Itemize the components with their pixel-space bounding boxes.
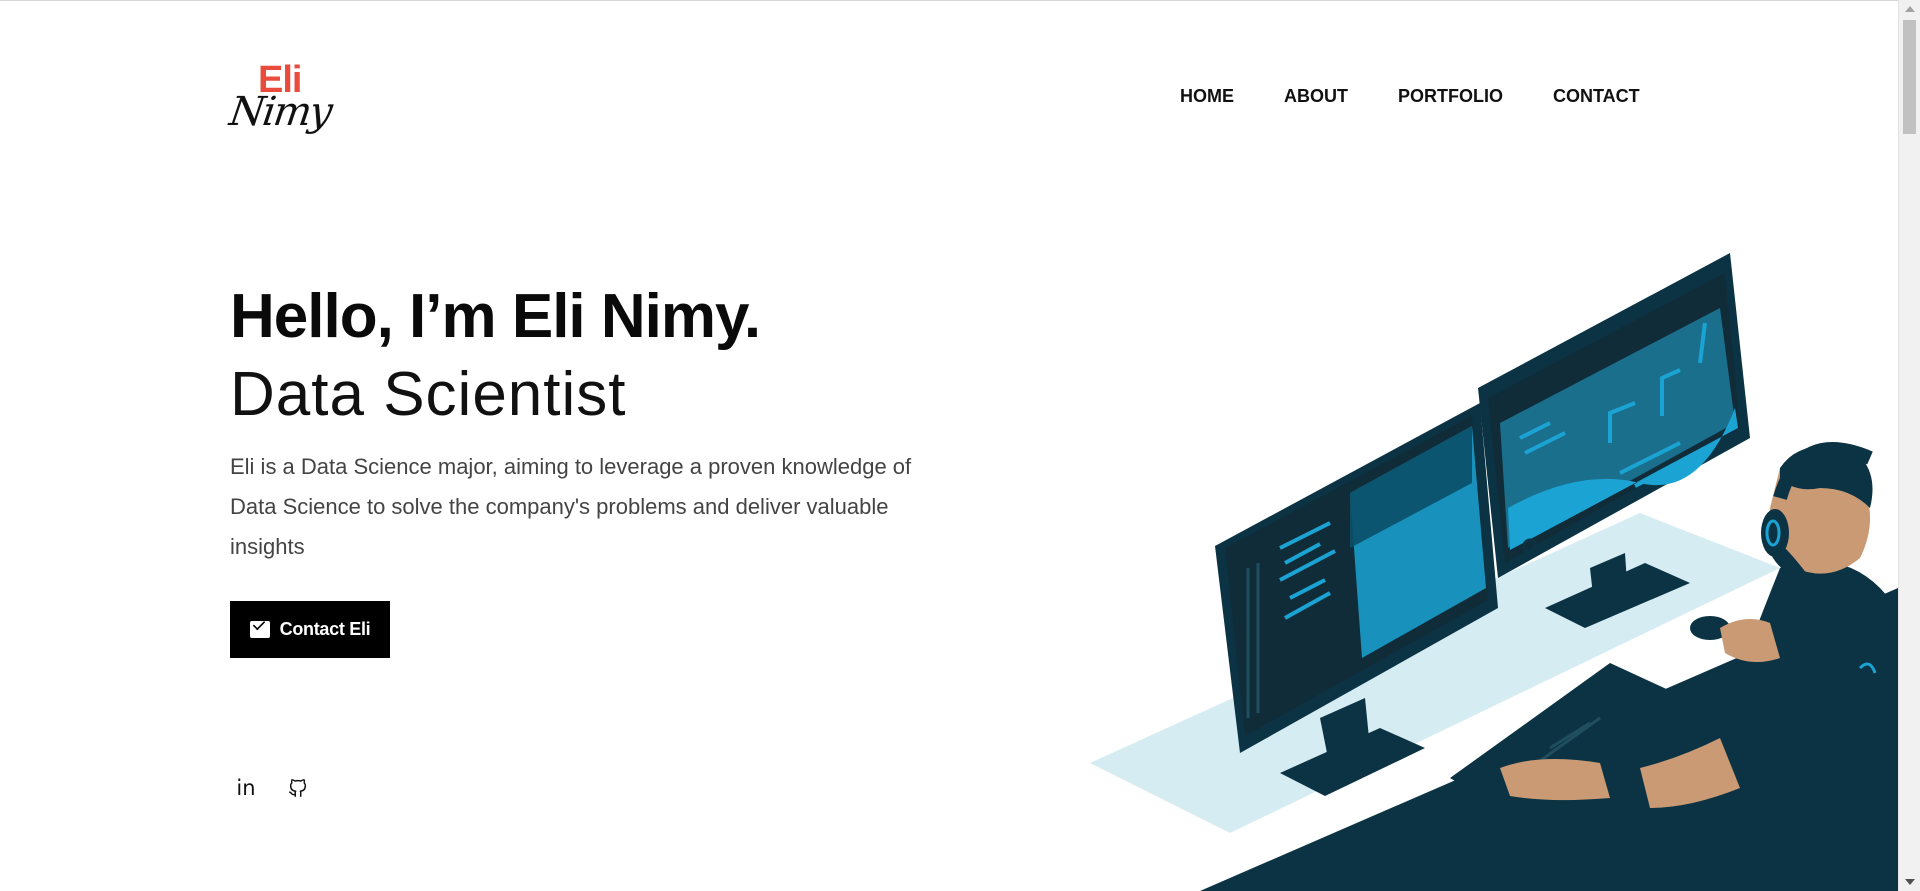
logo-last-name: Nimy [226, 89, 334, 135]
nav-about[interactable]: ABOUT [1284, 84, 1348, 108]
contact-button-label: Contact Eli [279, 619, 371, 639]
scrollbar-thumb[interactable] [1903, 20, 1916, 134]
nav-contact[interactable]: CONTACT [1553, 84, 1640, 108]
main-nav: HOME ABOUT PORTFOLIO CONTACT [1180, 84, 1640, 108]
hero-subtitle: Data Scientist [230, 360, 627, 429]
hero-description: Eli is a Data Science major, aiming to l… [230, 454, 912, 559]
hero-title: Hello, I’m Eli Nimy. [230, 282, 761, 351]
scroll-down-icon[interactable] [1905, 879, 1915, 885]
nav-portfolio[interactable]: PORTFOLIO [1398, 84, 1503, 108]
vertical-scrollbar[interactable] [1898, 0, 1920, 891]
nav-home[interactable]: HOME [1180, 84, 1234, 108]
page: Eli Nimy HOME ABOUT PORTFOLIO CONTACT He… [0, 0, 1898, 891]
contact-button[interactable]: Contact Eli [230, 601, 390, 658]
logo[interactable]: Eli Nimy [226, 60, 340, 138]
person-at-computer-illustration [1080, 248, 1898, 891]
social-links: in [234, 776, 310, 800]
linkedin-icon-text: in [236, 776, 256, 800]
mail-icon [249, 621, 270, 638]
linkedin-icon[interactable]: in [234, 776, 258, 800]
scroll-up-icon[interactable] [1905, 6, 1915, 12]
github-icon[interactable] [286, 776, 310, 800]
